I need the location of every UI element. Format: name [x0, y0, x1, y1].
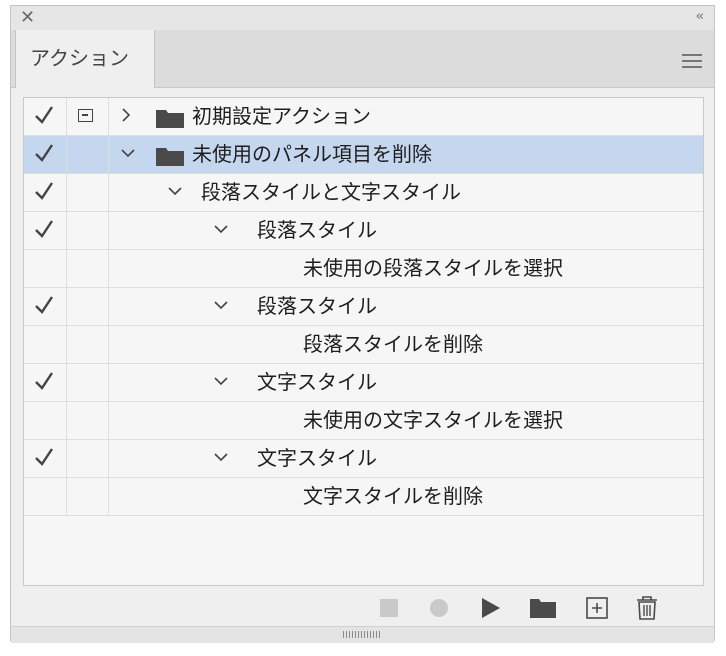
list-item[interactable]: 文字スタイル — [24, 364, 703, 402]
action-label: 段落スタイルと文字スタイル — [201, 180, 461, 204]
chevron-down-icon[interactable] — [121, 146, 135, 160]
list-item[interactable]: 未使用のパネル項目を削除 — [24, 136, 703, 174]
toggle-dialog-cell[interactable] — [66, 212, 109, 249]
toggle-item-cell[interactable] — [24, 364, 67, 401]
toggle-dialog-cell[interactable] — [66, 288, 109, 325]
toggle-item-cell[interactable] — [24, 98, 67, 135]
command-detail-label: 文字スタイルを削除 — [303, 484, 483, 508]
checkmark-icon[interactable] — [34, 180, 54, 202]
list-item[interactable]: 段落スタイル — [24, 212, 703, 250]
actions-panel: ✕ ‹‹ アクション 初期設定アクション 未使用のパネル項目を削除 段落スタイル… — [10, 5, 715, 643]
panel-titlebar: ✕ ‹‹ — [11, 6, 714, 31]
toggle-item-cell[interactable] — [24, 440, 67, 477]
list-item[interactable]: 未使用の文字スタイルを選択 — [24, 402, 703, 440]
checkmark-icon[interactable] — [34, 446, 54, 468]
list-item[interactable]: 段落スタイルを削除 — [24, 326, 703, 364]
checkmark-icon[interactable] — [34, 370, 54, 392]
toggle-item-cell[interactable] — [24, 478, 67, 515]
checkmark-icon[interactable] — [34, 142, 54, 164]
chevron-right-icon[interactable] — [119, 108, 133, 122]
toggle-dialog-cell[interactable] — [66, 364, 109, 401]
chevron-down-icon[interactable] — [214, 298, 228, 312]
trash-icon[interactable] — [633, 594, 661, 622]
action-set-label: 初期設定アクション — [192, 104, 371, 128]
command-label: 段落スタイル — [257, 294, 377, 318]
chevron-down-icon[interactable] — [214, 450, 228, 464]
toggle-item-cell[interactable] — [24, 288, 67, 325]
resize-handle[interactable] — [11, 626, 714, 643]
command-label: 文字スタイル — [257, 370, 377, 394]
command-detail-label: 未使用の段落スタイルを選択 — [303, 256, 563, 280]
folder-icon — [156, 110, 184, 128]
toggle-item-cell[interactable] — [24, 326, 67, 363]
command-label: 文字スタイル — [257, 446, 377, 470]
chevron-down-icon[interactable] — [214, 374, 228, 388]
list-item[interactable]: 文字スタイルを削除 — [24, 478, 703, 516]
toggle-dialog-cell[interactable] — [66, 326, 109, 363]
new-action-icon[interactable] — [583, 594, 611, 622]
checkmark-icon[interactable] — [34, 294, 54, 316]
list-item[interactable]: 初期設定アクション — [24, 98, 703, 136]
toggle-dialog-cell[interactable] — [66, 440, 109, 477]
command-detail-label: 未使用の文字スタイルを選択 — [303, 408, 563, 432]
list-item[interactable]: 段落スタイル — [24, 288, 703, 326]
toggle-item-cell[interactable] — [24, 212, 67, 249]
list-item[interactable]: 段落スタイルと文字スタイル — [24, 174, 703, 212]
toggle-dialog-cell[interactable] — [66, 250, 109, 287]
actions-toolbar — [11, 590, 714, 628]
checkmark-icon[interactable] — [34, 218, 54, 240]
collapse-panel-icon[interactable]: ‹‹ — [696, 9, 705, 24]
toggle-dialog-cell[interactable] — [66, 478, 109, 515]
toggle-dialog-cell[interactable] — [66, 174, 109, 211]
command-label: 段落スタイル — [257, 218, 377, 242]
record-icon[interactable] — [425, 594, 453, 622]
action-set-label: 未使用のパネル項目を削除 — [192, 142, 432, 166]
close-icon[interactable]: ✕ — [20, 7, 35, 29]
command-detail-label: 段落スタイルを削除 — [303, 332, 483, 356]
actions-list: 初期設定アクション 未使用のパネル項目を削除 段落スタイルと文字スタイル 段落ス… — [23, 97, 704, 586]
toggle-item-cell[interactable] — [24, 250, 67, 287]
folder-icon — [156, 148, 184, 166]
dialog-toggle-icon[interactable] — [78, 109, 93, 122]
toggle-dialog-cell[interactable] — [66, 136, 109, 173]
toggle-item-cell[interactable] — [24, 174, 67, 211]
toggle-item-cell[interactable] — [24, 136, 67, 173]
tab-bar: アクション — [11, 30, 714, 88]
folder-icon[interactable] — [529, 594, 557, 622]
chevron-down-icon[interactable] — [168, 184, 182, 198]
tab-actions[interactable]: アクション — [15, 30, 155, 88]
toggle-item-cell[interactable] — [24, 402, 67, 439]
list-item[interactable]: 未使用の段落スタイルを選択 — [24, 250, 703, 288]
list-item[interactable]: 文字スタイル — [24, 440, 703, 478]
chevron-down-icon[interactable] — [214, 222, 228, 236]
stop-icon[interactable] — [375, 594, 403, 622]
play-icon[interactable] — [477, 594, 505, 622]
panel-menu-icon[interactable] — [682, 54, 702, 72]
toggle-dialog-cell[interactable] — [66, 98, 109, 135]
checkmark-icon[interactable] — [34, 104, 54, 126]
toggle-dialog-cell[interactable] — [66, 402, 109, 439]
